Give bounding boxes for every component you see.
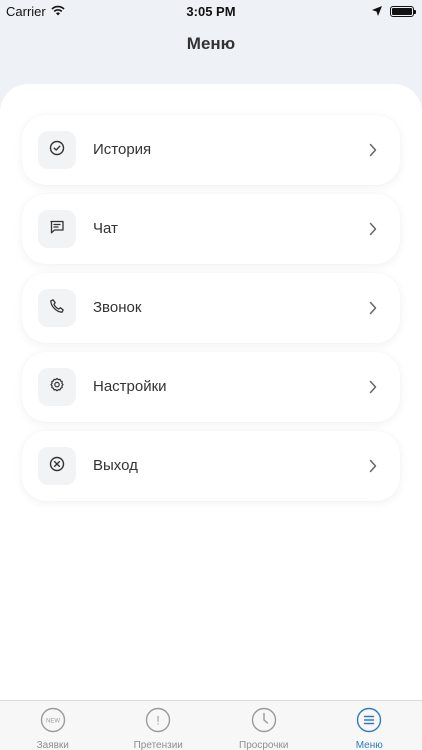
tab-overdue[interactable]: Просрочки bbox=[211, 701, 317, 750]
tab-label: Заявки bbox=[36, 740, 69, 750]
tab-label: Просрочки bbox=[239, 740, 289, 750]
menu-item-label: Чат bbox=[93, 220, 118, 237]
tab-requests[interactable]: NEW Заявки bbox=[0, 701, 106, 750]
tab-label: Меню bbox=[355, 740, 383, 750]
menu-item-chat[interactable]: Чат bbox=[22, 194, 400, 264]
svg-text:!: ! bbox=[157, 714, 160, 728]
menu-item-label: Выход bbox=[93, 457, 138, 474]
exclamation-icon: ! bbox=[145, 707, 171, 738]
chevron-right-icon bbox=[368, 379, 378, 395]
status-right bbox=[372, 4, 416, 19]
menu-icon-box bbox=[38, 368, 76, 406]
menu-lines-icon bbox=[356, 707, 382, 738]
gear-icon bbox=[49, 377, 65, 398]
tab-menu[interactable]: Меню bbox=[317, 701, 422, 750]
chevron-right-icon bbox=[368, 458, 378, 474]
chevron-right-icon bbox=[368, 300, 378, 316]
page-title: Меню bbox=[186, 34, 236, 53]
battery-icon bbox=[390, 6, 416, 17]
status-bar: Carrier 3:05 PM bbox=[0, 0, 422, 22]
menu-item-label: История bbox=[93, 141, 152, 158]
tab-bar: NEW Заявки ! Претензии Просрочки Меню bbox=[0, 700, 422, 750]
chevron-right-icon bbox=[368, 142, 378, 158]
menu-icon-box bbox=[38, 289, 76, 327]
menu-item-label: Звонок bbox=[93, 299, 142, 316]
status-time: 3:05 PM bbox=[186, 4, 236, 19]
location-arrow-icon bbox=[372, 4, 382, 19]
menu-item-history[interactable]: История bbox=[22, 115, 400, 185]
chat-icon bbox=[49, 219, 65, 240]
menu-item-logout[interactable]: Выход bbox=[22, 431, 400, 501]
tab-claims[interactable]: ! Претензии bbox=[106, 701, 212, 750]
new-badge-icon: NEW bbox=[40, 707, 66, 738]
chevron-right-icon bbox=[368, 221, 378, 237]
menu-item-label: Настройки bbox=[93, 378, 167, 395]
menu-icon-box bbox=[38, 131, 76, 169]
tab-label: Претензии bbox=[133, 740, 183, 750]
check-circle-icon bbox=[49, 140, 65, 161]
menu-icon-box bbox=[38, 210, 76, 248]
menu-icon-box bbox=[38, 447, 76, 485]
close-circle-icon bbox=[49, 456, 65, 477]
clock-icon bbox=[251, 707, 277, 738]
svg-text:NEW: NEW bbox=[46, 719, 60, 725]
menu-item-settings[interactable]: Настройки bbox=[22, 352, 400, 422]
menu-item-call[interactable]: Звонок bbox=[22, 273, 400, 343]
phone-icon bbox=[49, 298, 65, 319]
